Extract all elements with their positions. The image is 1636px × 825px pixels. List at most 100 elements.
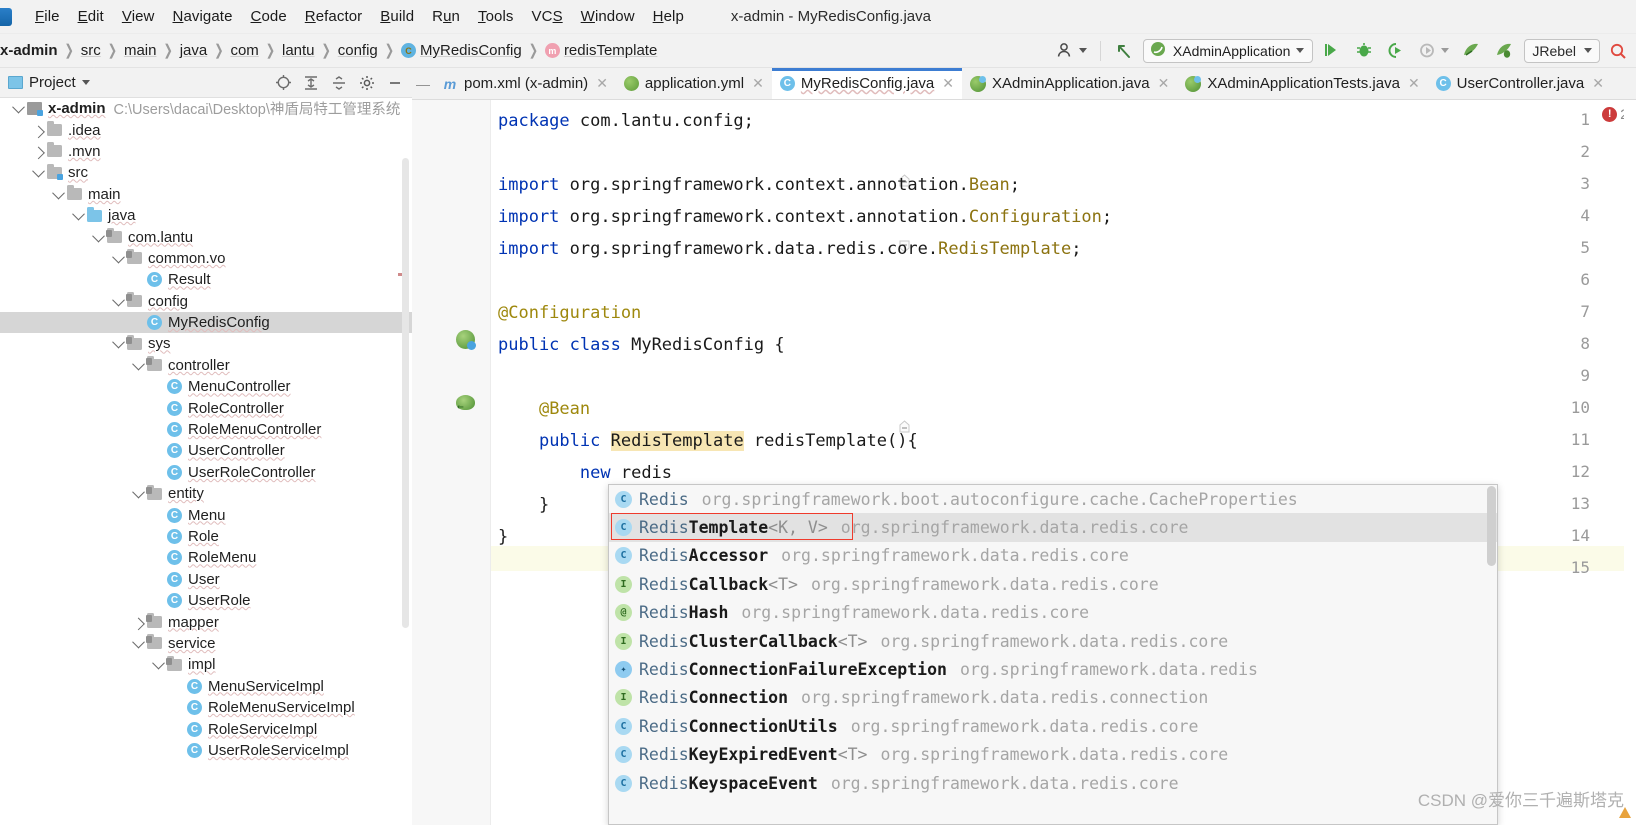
code-line-14[interactable]: } xyxy=(498,528,508,546)
completion-item-redisaccessor[interactable]: C RedisAccessor org.springframework.data.r… xyxy=(609,542,1497,570)
tree-node-userrole[interactable]: C UserRole xyxy=(0,590,412,611)
completion-scrollbar[interactable] xyxy=(1487,486,1496,566)
chevron-down-icon[interactable] xyxy=(70,207,86,221)
tree-node-entity[interactable]: entity xyxy=(0,483,412,504)
chevron-down-icon[interactable] xyxy=(50,186,66,200)
settings-gear-icon[interactable] xyxy=(358,74,376,92)
menu-item-help[interactable]: Help xyxy=(644,6,693,27)
code-line-4[interactable]: import org.springframework.context.annot… xyxy=(498,208,1112,226)
collapse-all-icon[interactable] xyxy=(330,74,348,92)
menu-item-view[interactable]: View xyxy=(113,6,164,27)
tree-node-rolemenucontroller[interactable]: C RoleMenuController xyxy=(0,419,412,440)
tree-node-userroleserviceimpl[interactable]: C UserRoleServiceImpl xyxy=(0,740,412,761)
project-panel-title-group[interactable]: Project xyxy=(8,74,90,91)
chevron-down-icon[interactable] xyxy=(110,293,126,307)
search-everywhere-icon[interactable] xyxy=(1606,38,1630,64)
code-line-13[interactable]: } xyxy=(498,496,549,514)
tree-node-com-lantu[interactable]: com.lantu xyxy=(0,226,412,247)
jrebel-debug-icon[interactable] xyxy=(1491,38,1518,64)
run-configuration-selector[interactable]: XAdminApplication xyxy=(1142,38,1314,63)
editor-tab-application-yml[interactable]: application.yml ✕ xyxy=(616,68,772,99)
project-tree[interactable]: x-admin C:\Users\dacai\Desktop\神盾局特工管理系统.… xyxy=(0,98,412,761)
completion-item-redisconnectionutils[interactable]: C RedisConnectionUtils org.springframework… xyxy=(609,712,1497,740)
chevron-down-icon[interactable] xyxy=(110,336,126,349)
tree-node-result[interactable]: C Result xyxy=(0,269,412,290)
editor-tab-bar[interactable]: — m pom.xml (x-admin) ✕ application.yml ✕ C My… xyxy=(412,68,1636,100)
tree-node-menu[interactable]: C Menu xyxy=(0,504,412,525)
menu-item-navigate[interactable]: Navigate xyxy=(164,6,242,27)
code-line-8[interactable]: public class MyRedisConfig { xyxy=(498,336,785,354)
project-tree-panel[interactable]: x-admin C:\Users\dacai\Desktop\神盾局特工管理系统.… xyxy=(0,98,412,825)
tree-node-role[interactable]: C Role xyxy=(0,526,412,547)
chevron-right-icon[interactable] xyxy=(30,146,46,160)
menu-item-code[interactable]: Code xyxy=(242,6,296,27)
tree-node-roleserviceimpl[interactable]: C RoleServiceImpl xyxy=(0,718,412,739)
tree-node-config[interactable]: config xyxy=(0,291,412,312)
tree-node-x-admin[interactable]: x-admin C:\Users\dacai\Desktop\神盾局特工管理系统 xyxy=(0,98,412,119)
completion-item-rediskeyexpiredevent[interactable]: C RedisKeyExpiredEvent<T> org.springframew… xyxy=(609,741,1497,769)
debug-icon[interactable] xyxy=(1351,38,1377,64)
close-icon[interactable]: ✕ xyxy=(1408,75,1420,92)
close-icon[interactable]: ✕ xyxy=(1592,75,1604,92)
code-line-1[interactable]: package com.lantu.config; xyxy=(498,112,754,130)
editor-tab-usercontroller-java[interactable]: C UserController.java ✕ xyxy=(1428,68,1612,99)
chevron-down-icon[interactable] xyxy=(130,357,146,371)
tree-node-main[interactable]: main xyxy=(0,184,412,205)
editor-tab-xadminapplicationtests-java[interactable]: XAdminApplicationTests.java ✕ xyxy=(1177,68,1427,99)
tab-overflow-icon[interactable]: — xyxy=(412,68,434,99)
menu-item-refactor[interactable]: Refactor xyxy=(296,6,372,27)
breadcrumb-item-config[interactable]: config xyxy=(338,42,378,59)
chevron-down-icon[interactable] xyxy=(110,250,126,264)
chevron-down-icon[interactable] xyxy=(10,100,26,114)
jrebel-selector[interactable]: JRebel xyxy=(1524,38,1600,63)
completion-item-redishash[interactable]: @ RedisHash org.springframework.data.redis… xyxy=(609,599,1497,627)
spring-navigate-icon[interactable] xyxy=(456,395,476,413)
tree-node--idea[interactable]: .idea xyxy=(0,119,412,140)
chevron-down-icon[interactable] xyxy=(81,80,90,85)
code-line-3[interactable]: import org.springframework.context.annot… xyxy=(498,176,1020,194)
tree-node-menuserviceimpl[interactable]: C MenuServiceImpl xyxy=(0,676,412,697)
tree-node-menucontroller[interactable]: C MenuController xyxy=(0,376,412,397)
editor-tab-myredisconfig-java[interactable]: C MyRedisConfig.java ✕ xyxy=(771,68,963,99)
tree-node-rolemenu[interactable]: C RoleMenu xyxy=(0,547,412,568)
tree-node-sys[interactable]: sys xyxy=(0,333,412,354)
completion-item-redisconnection[interactable]: I RedisConnection org.springframework.data… xyxy=(609,684,1497,712)
editor-gutter[interactable] xyxy=(412,100,490,825)
code-line-10[interactable]: @Bean xyxy=(498,400,590,418)
tree-node-impl[interactable]: impl xyxy=(0,654,412,675)
tree-node-userrolecontroller[interactable]: C UserRoleController xyxy=(0,462,412,483)
code-completion-popup[interactable]: C Redis org.springframework.boot.autoconfi… xyxy=(608,484,1498,825)
project-tree-scrollbar[interactable] xyxy=(402,158,409,628)
run-with-coverage-icon[interactable] xyxy=(1383,38,1409,64)
run-icon[interactable] xyxy=(1319,38,1345,64)
menu-item-window[interactable]: Window xyxy=(572,6,644,27)
tree-node-rolemenuserviceimpl[interactable]: C RoleMenuServiceImpl xyxy=(0,697,412,718)
editor-tab-xadminapplication-java[interactable]: XAdminApplication.java ✕ xyxy=(962,68,1177,99)
completion-item-redis[interactable]: C Redis org.springframework.boot.autoconfi… xyxy=(609,485,1497,513)
completion-list[interactable]: C Redis org.springframework.boot.autoconfi… xyxy=(609,485,1497,797)
expand-all-icon[interactable] xyxy=(302,74,320,92)
completion-item-rediskeyspaceevent[interactable]: C RedisKeyspaceEvent org.springframework.d… xyxy=(609,769,1497,797)
menu-item-vcs[interactable]: VCS xyxy=(523,6,572,27)
minimize-icon[interactable] xyxy=(386,74,404,92)
close-icon[interactable]: ✕ xyxy=(942,75,954,92)
spring-bean-icon[interactable] xyxy=(456,330,476,350)
breadcrumb-item-x-admin[interactable]: x-admin xyxy=(0,42,58,59)
chevron-down-icon[interactable] xyxy=(30,165,46,178)
breadcrumb-item-redistemplate[interactable]: m redisTemplate xyxy=(544,42,657,59)
tree-node-java[interactable]: java xyxy=(0,205,412,226)
tree-node-mapper[interactable]: mapper xyxy=(0,611,412,632)
user-avatar-icon[interactable] xyxy=(1054,38,1090,64)
breadcrumb-item-lantu[interactable]: lantu xyxy=(282,42,315,59)
code-line-7[interactable]: @Configuration xyxy=(498,304,641,322)
tree-node--mvn[interactable]: .mvn xyxy=(0,141,412,162)
code-line-11[interactable]: public RedisTemplate redisTemplate(){ xyxy=(498,431,918,451)
chevron-right-icon[interactable] xyxy=(30,125,46,138)
chevron-down-icon[interactable] xyxy=(150,657,166,670)
locate-icon[interactable] xyxy=(274,74,292,92)
code-line-12[interactable]: new redis xyxy=(498,464,672,482)
tree-node-common-vo[interactable]: common.vo xyxy=(0,248,412,269)
close-icon[interactable]: ✕ xyxy=(1158,75,1170,92)
close-icon[interactable]: ✕ xyxy=(752,75,764,92)
menu-item-tools[interactable]: Tools xyxy=(469,6,523,27)
